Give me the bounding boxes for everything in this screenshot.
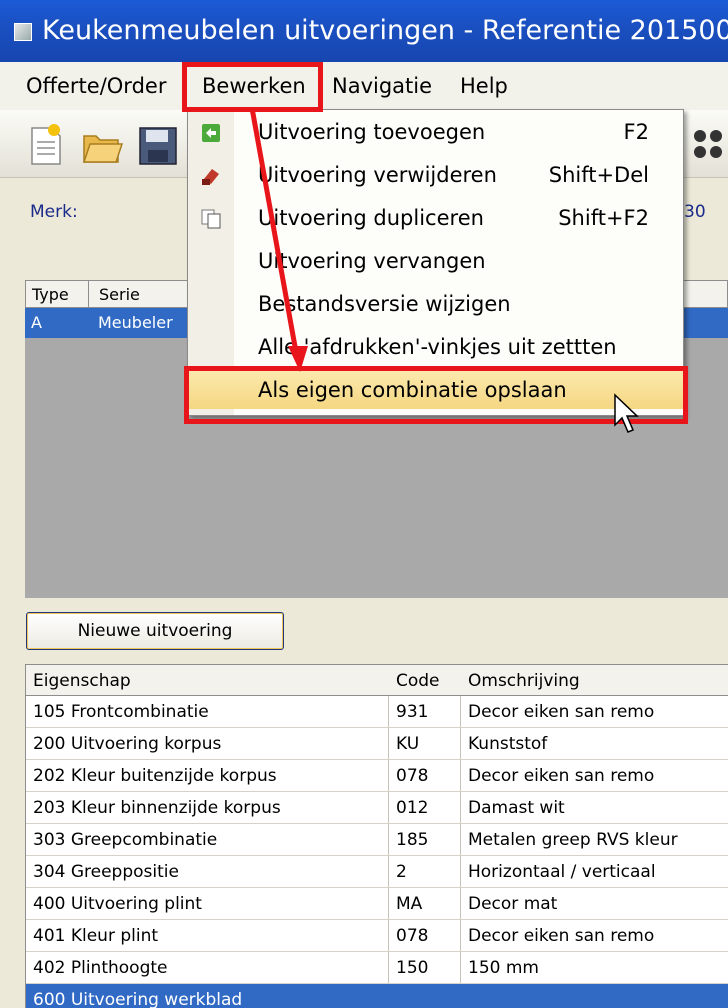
- menu-item-uitvoering-vervangen[interactable]: Uitvoering vervangen: [188, 242, 683, 280]
- table-row[interactable]: 202 Kleur buitenzijde korpus 078 Decor e…: [26, 760, 728, 792]
- cell-eigenschap: 304 Greeppositie: [33, 862, 179, 882]
- cell-omschrijving: Decor eiken san remo: [468, 926, 655, 946]
- app-icon: [14, 23, 32, 41]
- grid-view-icon[interactable]: [688, 122, 728, 168]
- new-execution-button[interactable]: Nieuwe uitvoering: [26, 612, 284, 650]
- cell-code: 078: [396, 926, 429, 946]
- menu-item-shortcut: Shift+F2: [558, 206, 649, 230]
- menu-item-shortcut: Shift+Del: [548, 163, 649, 187]
- table-row[interactable]: 105 Frontcombinatie 931 Decor eiken san …: [26, 696, 728, 728]
- cell-omschrijving: Damast wit: [468, 798, 565, 818]
- table-row[interactable]: 303 Greepcombinatie 185 Metalen greep RV…: [26, 824, 728, 856]
- save-disk-icon[interactable]: [136, 122, 180, 168]
- duplicate-execution-icon: [201, 209, 221, 229]
- menu-item-label: Uitvoering toevoegen: [258, 120, 486, 144]
- col-serie-header[interactable]: Serie: [99, 281, 140, 309]
- table-row[interactable]: 600 Uitvoering werkblad: [26, 984, 728, 1008]
- cell-code: 150: [396, 958, 429, 978]
- window-titlebar: Keukenmeubelen uitvoeringen - Referentie…: [0, 0, 728, 62]
- menu-item-shortcut: F2: [623, 120, 649, 144]
- bewerken-dropdown-menu: Uitvoering toevoegen F2 Uitvoering verwi…: [187, 109, 684, 416]
- cell-eigenschap: 401 Kleur plint: [33, 926, 159, 946]
- merk-value: 30: [684, 202, 706, 222]
- cell-eigenschap: 400 Uitvoering plint: [33, 894, 202, 914]
- table-row[interactable]: 200 Uitvoering korpus KU Kunststof: [26, 728, 728, 760]
- merk-label: Merk:: [30, 202, 78, 222]
- menu-item-als-eigen-combinatie-opslaan[interactable]: Als eigen combinatie opslaan: [188, 371, 683, 409]
- open-folder-icon[interactable]: [80, 122, 124, 168]
- cell-omschrijving: 150 mm: [468, 958, 539, 978]
- add-execution-icon: [202, 124, 220, 142]
- cell-omschrijving: Kunststof: [468, 734, 548, 754]
- cell-code: 012: [396, 798, 429, 818]
- cell-omschrijving: Metalen greep RVS kleur: [468, 830, 678, 850]
- col-type-header[interactable]: Type: [32, 281, 69, 309]
- cell-code: KU: [396, 734, 420, 754]
- cell-eigenschap: 303 Greepcombinatie: [33, 830, 218, 850]
- table-row[interactable]: 400 Uitvoering plint MA Decor mat: [26, 888, 728, 920]
- cell-omschrijving: Horizontaal / verticaal: [468, 862, 656, 882]
- table-row[interactable]: 401 Kleur plint 078 Decor eiken san remo: [26, 920, 728, 952]
- menu-item-bestandsversie-wijzigen[interactable]: Bestandsversie wijzigen: [188, 285, 683, 323]
- cell-code: 2: [396, 862, 407, 882]
- cell-eigenschap: 105 Frontcombinatie: [33, 702, 209, 722]
- properties-grid[interactable]: Eigenschap Code Omschrijving 105 Frontco…: [25, 664, 728, 1008]
- col-code-header[interactable]: Code: [396, 665, 440, 697]
- menu-item-label: Alle 'afdrukken'-vinkjes uit zettten: [258, 335, 617, 359]
- cell-eigenschap: 402 Plinthoogte: [33, 958, 168, 978]
- menu-item-uitvoering-toevoegen[interactable]: Uitvoering toevoegen F2: [188, 113, 683, 151]
- menu-item-label: Bestandsversie wijzigen: [258, 292, 511, 316]
- menu-help[interactable]: Help: [460, 62, 508, 110]
- cell-eigenschap: 203 Kleur binnenzijde korpus: [33, 798, 281, 818]
- menu-bewerken[interactable]: Bewerken: [202, 62, 306, 110]
- cell-eigenschap: 202 Kleur buitenzijde korpus: [33, 766, 277, 786]
- cell-code: 078: [396, 766, 429, 786]
- row-type: A: [31, 313, 42, 332]
- menubar: Offerte/Order Bewerken Navigatie Help: [0, 62, 728, 110]
- cell-code: MA: [396, 894, 423, 914]
- menu-item-vinkjes-uitzetten[interactable]: Alle 'afdrukken'-vinkjes uit zettten: [188, 328, 683, 366]
- row-serie: Meubeler: [98, 313, 173, 332]
- menu-item-label: Als eigen combinatie opslaan: [258, 378, 567, 402]
- menu-offerte-order[interactable]: Offerte/Order: [26, 62, 166, 110]
- cell-omschrijving: Decor eiken san remo: [468, 702, 655, 722]
- menu-item-uitvoering-verwijderen[interactable]: Uitvoering verwijderen Shift+Del: [188, 156, 683, 194]
- properties-header: Eigenschap Code Omschrijving: [26, 664, 728, 696]
- cell-omschrijving: Decor mat: [468, 894, 558, 914]
- cell-eigenschap: 200 Uitvoering korpus: [33, 734, 222, 754]
- cell-eigenschap: 600 Uitvoering werkblad: [33, 990, 243, 1008]
- menu-item-label: Uitvoering dupliceren: [258, 206, 484, 230]
- table-row[interactable]: 402 Plinthoogte 150 150 mm: [26, 952, 728, 984]
- table-row[interactable]: 304 Greeppositie 2 Horizontaal / vertica…: [26, 856, 728, 888]
- cell-code: 931: [396, 702, 429, 722]
- menu-navigatie[interactable]: Navigatie: [332, 62, 432, 110]
- menu-item-uitvoering-dupliceren[interactable]: Uitvoering dupliceren Shift+F2: [188, 199, 683, 237]
- cell-code: 185: [396, 830, 429, 850]
- col-omschrijving-header[interactable]: Omschrijving: [468, 665, 580, 697]
- menu-item-label: Uitvoering verwijderen: [258, 163, 497, 187]
- table-row[interactable]: 203 Kleur binnenzijde korpus 012 Damast …: [26, 792, 728, 824]
- menu-item-label: Uitvoering vervangen: [258, 249, 486, 273]
- new-document-icon[interactable]: [24, 122, 68, 168]
- col-eigenschap-header[interactable]: Eigenschap: [33, 665, 131, 697]
- cell-omschrijving: Decor eiken san remo: [468, 766, 655, 786]
- delete-execution-icon: [202, 169, 219, 185]
- window-title: Keukenmeubelen uitvoeringen - Referentie…: [42, 15, 728, 46]
